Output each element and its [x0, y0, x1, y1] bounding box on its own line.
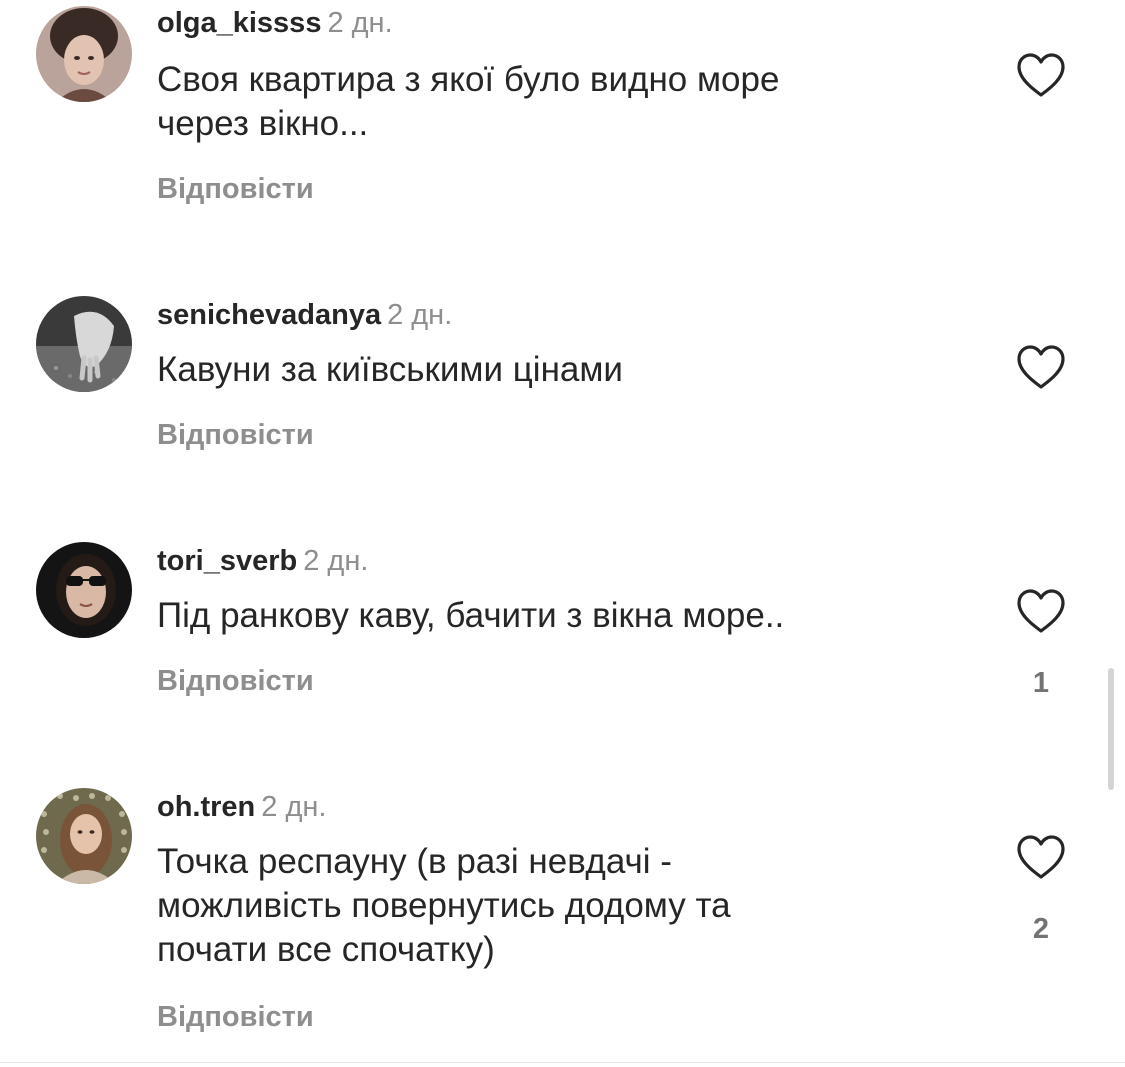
username[interactable]: oh.tren: [157, 791, 255, 823]
like-count: 2: [1032, 913, 1050, 945]
avatar[interactable]: [36, 296, 132, 392]
username[interactable]: senichevadanya: [157, 299, 381, 331]
comment-text-line: Під ранкову каву, бачити з вікна море..: [157, 596, 785, 635]
heart-outline-icon: [1017, 835, 1065, 879]
comment-text-line: Своя квартира з якої було видно море: [157, 60, 780, 99]
avatar[interactable]: [36, 6, 132, 102]
avatar[interactable]: [36, 788, 132, 884]
heart-outline-icon: [1017, 345, 1065, 389]
comment-text: Під ранкову каву, бачити з вікна море..: [157, 594, 937, 638]
reply-button[interactable]: Відповісти: [157, 418, 314, 452]
comment-text-line: почати все спочатку): [157, 930, 495, 969]
like-button[interactable]: [1016, 834, 1066, 880]
timestamp: 2 дн.: [261, 791, 327, 823]
heart-outline-icon: [1017, 53, 1065, 97]
reply-button[interactable]: Відповісти: [157, 664, 314, 698]
timestamp: 2 дн.: [387, 299, 453, 331]
scrollbar[interactable]: [1108, 668, 1114, 790]
timestamp: 2 дн.: [327, 7, 393, 39]
comment-text-line: можливість повернутись додому та: [157, 886, 731, 925]
username[interactable]: tori_sverb: [157, 545, 297, 577]
comment-text: Кавуни за київськими цінами: [157, 348, 937, 392]
comment-meta: tori_sverb 2 дн.: [157, 544, 368, 578]
comment-text: Своя квартира з якої було видно море чер…: [157, 58, 937, 146]
comment-meta: oh.tren 2 дн.: [157, 790, 326, 824]
like-button[interactable]: [1016, 344, 1066, 390]
like-button[interactable]: [1016, 52, 1066, 98]
comment-text: Точка респауну (в разі невдачі - можливі…: [157, 840, 937, 972]
divider: [0, 1062, 1125, 1063]
avatar[interactable]: [36, 542, 132, 638]
comment-meta: olga_kissss 2 дн.: [157, 6, 393, 40]
heart-outline-icon: [1017, 589, 1065, 633]
comment-text-line: Кавуни за київськими цінами: [157, 350, 623, 389]
like-button[interactable]: [1016, 588, 1066, 634]
reply-button[interactable]: Відповісти: [157, 172, 314, 206]
reply-button[interactable]: Відповісти: [157, 1000, 314, 1034]
timestamp: 2 дн.: [303, 545, 369, 577]
like-count: 1: [1032, 667, 1050, 699]
comment-meta: senichevadanya 2 дн.: [157, 298, 452, 332]
comment-text-line: через вікно...: [157, 104, 369, 143]
username[interactable]: olga_kissss: [157, 7, 321, 39]
comment-text-line: Точка респауну (в разі невдачі -: [157, 842, 672, 881]
